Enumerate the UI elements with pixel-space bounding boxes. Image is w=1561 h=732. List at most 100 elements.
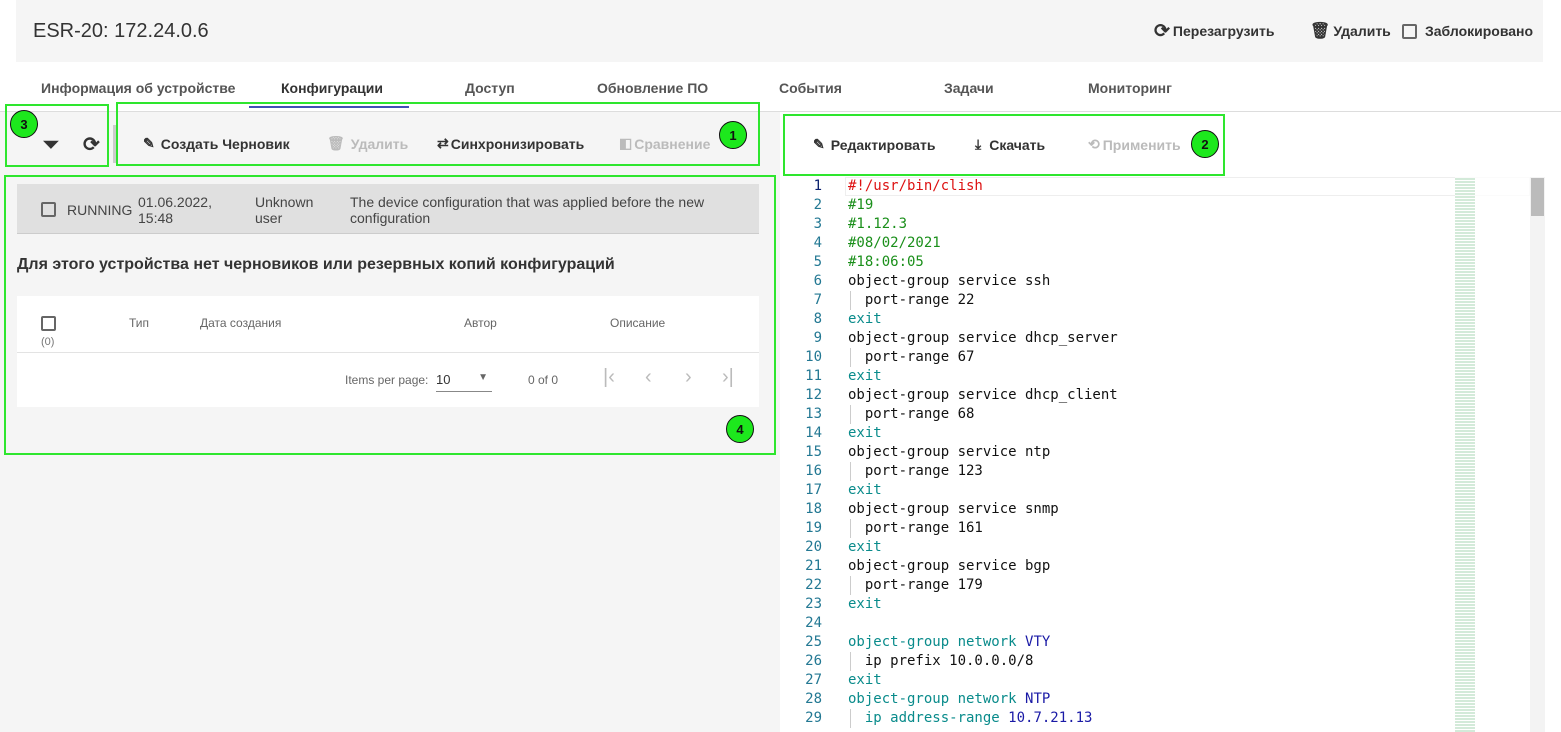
current-line-highlight [845, 177, 1530, 196]
locked-label: Заблокировано [1425, 23, 1534, 39]
code-line: exit [848, 367, 882, 386]
code-token: object-group service dhcp_client [848, 387, 1118, 403]
line-number: 1 [813, 178, 822, 194]
line-number: 4 [813, 235, 822, 251]
editor-scrollbar[interactable] [1530, 177, 1545, 732]
line-number: 20 [805, 539, 822, 555]
code-line: object-group network VTY [848, 633, 1050, 652]
tab-events[interactable]: События [779, 80, 842, 96]
line-number: 2 [813, 197, 822, 213]
code-minimap[interactable] [1455, 177, 1530, 732]
code-line: exit [848, 538, 882, 557]
scrollbar-thumb[interactable] [1531, 178, 1544, 216]
callout-box-1 [116, 102, 760, 166]
code-token: object-group network [848, 691, 1026, 707]
line-number: 18 [805, 501, 822, 517]
code-token: port-range 161 [848, 520, 983, 536]
tab-monitoring[interactable]: Мониторинг [1088, 80, 1172, 96]
device-header: ESR-20: 172.24.0.6 ⟳ Перезагрузить 🗑 Удали… [16, 0, 1543, 62]
code-token: #18:06:05 [848, 254, 924, 270]
line-number: 15 [805, 444, 822, 460]
code-token: VTY [1025, 634, 1051, 650]
line-number: 9 [813, 330, 822, 346]
code-line: exit [848, 310, 882, 329]
line-number: 17 [805, 482, 822, 498]
code-line: object-group service snmp [848, 500, 1059, 519]
code-token: port-range 123 [848, 463, 983, 479]
tab-configurations[interactable]: Конфигурации [281, 80, 383, 96]
code-line: #1.12.3 [848, 215, 907, 234]
line-number: 5 [813, 254, 822, 270]
callout-box-2 [783, 114, 1225, 176]
code-token: object-group service ntp [848, 444, 1051, 460]
line-number: 19 [805, 520, 822, 536]
delete-device-button[interactable]: 🗑 Удалить [1310, 21, 1391, 41]
code-token: object-group service bgp [848, 558, 1051, 574]
callout-badge-1: 1 [719, 121, 747, 149]
code-token: exit [848, 425, 882, 441]
delete-label: Удалить [1333, 23, 1391, 39]
code-line: port-range 123 [848, 462, 983, 481]
code-line: object-group service ntp [848, 443, 1050, 462]
code-token: #08/02/2021 [848, 235, 941, 251]
line-number: 29 [805, 710, 822, 726]
locked-checkbox[interactable]: Заблокировано [1402, 23, 1533, 39]
code-token: object-group service dhcp_server [848, 330, 1118, 346]
reload-label: Перезагрузить [1172, 23, 1275, 39]
line-number: 22 [805, 577, 822, 593]
code-line: object-group service dhcp_client [848, 386, 1118, 405]
code-line: #08/02/2021 [848, 234, 941, 253]
line-number: 14 [805, 425, 822, 441]
trash-icon: 🗑 [1310, 23, 1331, 40]
code-token: exit [848, 482, 882, 498]
code-line: exit [848, 481, 882, 500]
line-number: 7 [813, 292, 822, 308]
code-token: port-range 67 [848, 349, 975, 365]
code-line: object-group service dhcp_server [848, 329, 1118, 348]
code-line: object-group network NTP [848, 690, 1050, 709]
code-token: exit [848, 539, 882, 555]
code-token: object-group service ssh [848, 273, 1051, 289]
code-line: exit [848, 595, 882, 614]
callout-badge-3: 3 [10, 110, 38, 138]
code-token: #19 [848, 197, 874, 213]
reload-button[interactable]: ⟳ Перезагрузить [1154, 20, 1275, 43]
tab-device-info[interactable]: Информация об устройстве [41, 80, 235, 96]
code-token: exit [848, 311, 882, 327]
line-number: 8 [813, 311, 822, 327]
line-number: 6 [813, 273, 822, 289]
code-line: port-range 179 [848, 576, 983, 595]
code-token: 10.7.21.13 [1008, 710, 1093, 726]
line-number: 3 [813, 216, 822, 232]
code-line: ip address-range 10.7.21.13 [848, 709, 1093, 728]
line-number: 11 [805, 368, 822, 384]
tab-access[interactable]: Доступ [465, 80, 515, 96]
reload-icon: ⟳ [1154, 20, 1170, 42]
code-token: ip address-range [848, 710, 1009, 726]
code-token: #1.12.3 [848, 216, 908, 232]
line-number: 16 [805, 463, 822, 479]
callout-box-4 [4, 175, 776, 455]
checkbox-icon [1402, 23, 1417, 39]
line-number: 13 [805, 406, 822, 422]
code-token: exit [848, 368, 882, 384]
code-token: exit [848, 672, 882, 688]
line-number: 26 [805, 653, 822, 669]
code-line: port-range 161 [848, 519, 983, 538]
code-token: port-range 179 [848, 577, 983, 593]
code-token: ip prefix 10.0.0.0/8 [848, 653, 1034, 669]
line-number: 12 [805, 387, 822, 403]
callout-badge-4: 4 [726, 415, 754, 443]
code-line: #19 [848, 196, 873, 215]
line-number: 10 [805, 349, 822, 365]
line-number: 24 [805, 615, 822, 631]
line-number: 25 [805, 634, 822, 650]
code-token: NTP [1025, 691, 1051, 707]
config-code-editor[interactable]: 1 #!/usr/bin/clish 2 #19 3 #1.12.3 4 #08/02/202… [780, 176, 1561, 732]
code-token: object-group network [848, 634, 1026, 650]
tab-tasks[interactable]: Задачи [944, 80, 994, 96]
tab-firmware[interactable]: Обновление ПО [597, 80, 708, 96]
code-line: object-group service ssh [848, 272, 1050, 291]
callout-badge-2: 2 [1191, 130, 1219, 158]
code-line: ip prefix 10.0.0.0/8 [848, 652, 1034, 671]
